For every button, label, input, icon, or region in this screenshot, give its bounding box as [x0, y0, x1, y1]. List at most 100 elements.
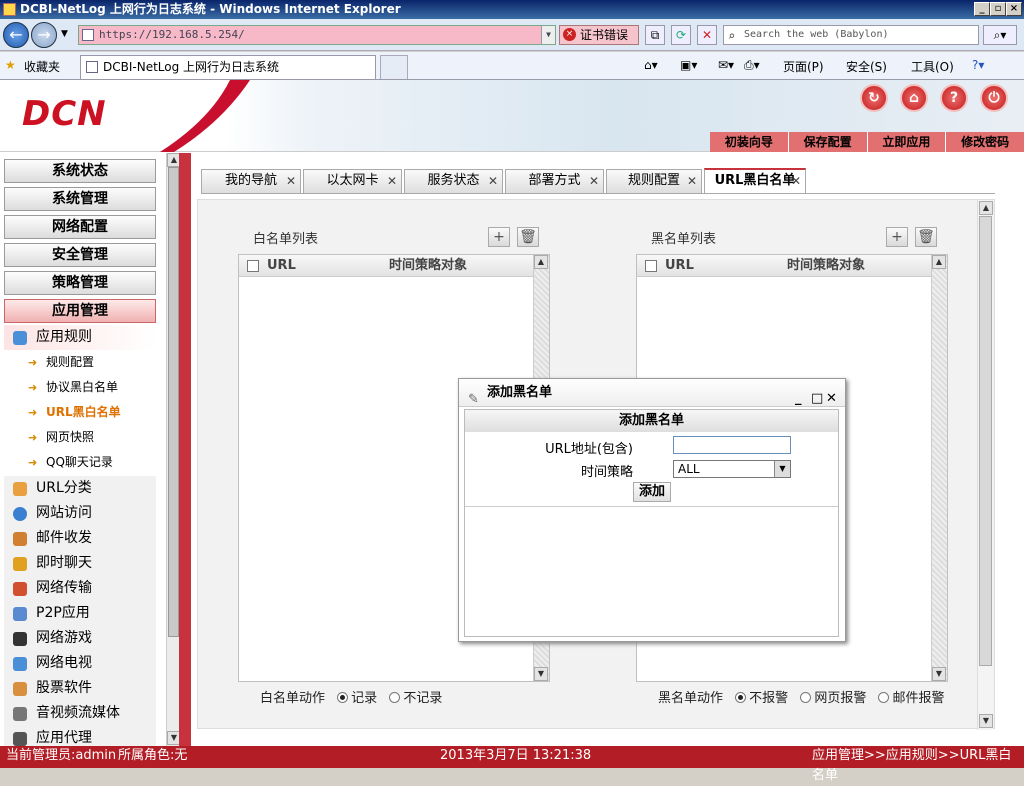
tab-ethernet[interactable]: 以太网卡 ✕: [303, 169, 402, 193]
browser-tab[interactable]: DCBI-NetLog 上网行为日志系统: [80, 55, 376, 79]
minimize-button[interactable]: _: [974, 2, 990, 16]
new-tab-button[interactable]: [380, 55, 408, 79]
logout-icon[interactable]: ⏻: [980, 84, 1008, 112]
radio-web-alarm[interactable]: [800, 692, 812, 703]
scroll-down-icon[interactable]: ▼: [932, 667, 946, 681]
add-button[interactable]: 添加: [633, 482, 671, 502]
sidebar-leaf-qq-log[interactable]: ➜ QQ聊天记录: [4, 450, 156, 475]
menu-security[interactable]: 安全管理: [4, 243, 156, 267]
nav-save-config[interactable]: 保存配置: [787, 132, 867, 152]
scroll-down-icon[interactable]: ▼: [979, 714, 993, 728]
menu-system-status[interactable]: 系统状态: [4, 159, 156, 183]
address-dropdown-icon[interactable]: ▼: [541, 26, 555, 44]
sidebar-leaf-protocol-list[interactable]: ➜ 协议黑白名单: [4, 375, 156, 400]
policy-select[interactable]: ALL ▼: [673, 460, 791, 478]
blacklist-select-all[interactable]: [645, 260, 657, 272]
favorites-button[interactable]: 收藏夹: [24, 58, 60, 75]
close-icon[interactable]: ✕: [687, 170, 697, 192]
home-icon[interactable]: ⌂: [900, 84, 928, 112]
menu-app-management[interactable]: 应用管理: [4, 299, 156, 323]
mail-icon[interactable]: ✉▾: [718, 58, 734, 72]
globe-icon: [13, 507, 27, 521]
blacklist-delete-button[interactable]: 🗑: [915, 227, 937, 247]
whitelist-add-button[interactable]: +: [488, 227, 510, 247]
close-icon[interactable]: ✕: [589, 170, 599, 192]
nav-apply-now[interactable]: 立即应用: [866, 132, 946, 152]
dialog-header[interactable]: ✎ 添加黑名单 _ □ ✕: [459, 379, 845, 407]
refresh-icon[interactable]: ⟳: [671, 25, 691, 45]
sidebar-item-im[interactable]: 即时聊天: [4, 551, 156, 576]
safety-menu[interactable]: 安全(S): [846, 58, 887, 75]
tab-url-list[interactable]: URL黑白名单 ✕: [704, 168, 806, 193]
scroll-down-icon[interactable]: ▼: [167, 731, 179, 745]
forward-button[interactable]: →: [31, 22, 57, 48]
scroll-up-icon[interactable]: ▲: [979, 201, 993, 215]
blacklist-scrollbar[interactable]: ▲ ▼: [931, 255, 947, 681]
home-icon[interactable]: ⌂▾: [644, 58, 658, 72]
sidebar-item-games[interactable]: 网络游戏: [4, 626, 156, 651]
scroll-thumb[interactable]: [168, 167, 179, 637]
close-window-button[interactable]: ×: [1006, 2, 1022, 16]
back-button[interactable]: ←: [3, 22, 29, 48]
scroll-up-icon[interactable]: ▲: [167, 153, 179, 167]
tab-service-status[interactable]: 服务状态 ✕: [404, 169, 503, 193]
sidebar-item-stock[interactable]: 股票软件: [4, 676, 156, 701]
address-input[interactable]: https://192.168.5.254/ ▼: [78, 25, 556, 45]
tab-rule-config[interactable]: 规则配置 ✕: [606, 169, 702, 193]
sidebar-item-web-access[interactable]: 网站访问: [4, 501, 156, 526]
menu-system-admin[interactable]: 系统管理: [4, 187, 156, 211]
print-icon[interactable]: ⎙▾: [744, 58, 760, 73]
main-scrollbar[interactable]: ▲ ▼: [977, 200, 993, 730]
refresh-icon[interactable]: ↻: [860, 84, 888, 112]
whitelist-select-all[interactable]: [247, 260, 259, 272]
sidebar-item-transfer[interactable]: 网络传输: [4, 576, 156, 601]
menu-policy[interactable]: 策略管理: [4, 271, 156, 295]
help-icon[interactable]: ?: [940, 84, 968, 112]
sidebar-item-p2p[interactable]: P2P应用: [4, 601, 156, 626]
scroll-up-icon[interactable]: ▲: [932, 255, 946, 269]
sidebar-item-mail[interactable]: 邮件收发: [4, 526, 156, 551]
datetime: 2013年3月7日 13:21:38: [440, 748, 592, 763]
sidebar-leaf-rule-config[interactable]: ➜ 规则配置: [4, 350, 156, 375]
tab-deploy-mode[interactable]: 部署方式 ✕: [505, 169, 604, 193]
scroll-up-icon[interactable]: ▲: [534, 255, 548, 269]
help-icon[interactable]: ?▾: [972, 58, 984, 72]
menu-network-config[interactable]: 网络配置: [4, 215, 156, 239]
sidebar-leaf-web-snapshot[interactable]: ➜ 网页快照: [4, 425, 156, 450]
history-dropdown-icon[interactable]: ▼: [61, 29, 68, 39]
scroll-thumb[interactable]: [979, 216, 992, 666]
radio-mail-alarm[interactable]: [878, 692, 890, 703]
cert-error-button[interactable]: × 证书错误: [559, 25, 639, 45]
stop-icon[interactable]: ✕: [697, 25, 717, 45]
scroll-down-icon[interactable]: ▼: [534, 667, 548, 681]
tools-menu[interactable]: 工具(O): [911, 58, 954, 75]
sidebar-leaf-url-list[interactable]: ➜ URL黑白名单: [4, 400, 156, 425]
close-icon[interactable]: ✕: [387, 170, 397, 192]
blacklist-add-button[interactable]: +: [886, 227, 908, 247]
search-icon[interactable]: ⌕▾: [983, 25, 1017, 45]
close-icon[interactable]: ✕: [791, 170, 801, 192]
feeds-icon[interactable]: ▣▾: [680, 58, 697, 72]
chevron-down-icon[interactable]: ▼: [774, 461, 790, 477]
nav-setup-wizard[interactable]: 初装向导: [710, 132, 788, 152]
radio-no-record[interactable]: [389, 692, 401, 703]
radio-record[interactable]: [337, 692, 349, 703]
radio-no-alarm[interactable]: [735, 692, 747, 703]
sidebar-item-proxy[interactable]: 应用代理: [4, 726, 156, 746]
sidebar-scrollbar[interactable]: ▲ ▼: [166, 153, 179, 746]
close-icon[interactable]: ✕: [488, 170, 498, 192]
search-input[interactable]: ⌕ Search the web (Babylon): [723, 25, 979, 45]
sidebar-item-app-rules[interactable]: 应用规则: [4, 325, 156, 350]
whitelist-delete-button[interactable]: 🗑: [517, 227, 539, 247]
compat-view-icon[interactable]: ⧉: [645, 25, 665, 45]
sidebar-item-media[interactable]: 音视频流媒体: [4, 701, 156, 726]
close-icon[interactable]: ✕: [286, 170, 296, 192]
sidebar-item-url-category[interactable]: URL分类: [4, 476, 156, 501]
sidebar-splitter[interactable]: [183, 153, 191, 746]
restore-button[interactable]: ▫: [990, 2, 1006, 16]
page-menu[interactable]: 页面(P): [783, 58, 824, 75]
tab-my-nav[interactable]: 我的导航 ✕: [201, 169, 301, 193]
url-input[interactable]: [673, 436, 791, 454]
sidebar-item-tv[interactable]: 网络电视: [4, 651, 156, 676]
nav-change-password[interactable]: 修改密码: [945, 132, 1024, 152]
